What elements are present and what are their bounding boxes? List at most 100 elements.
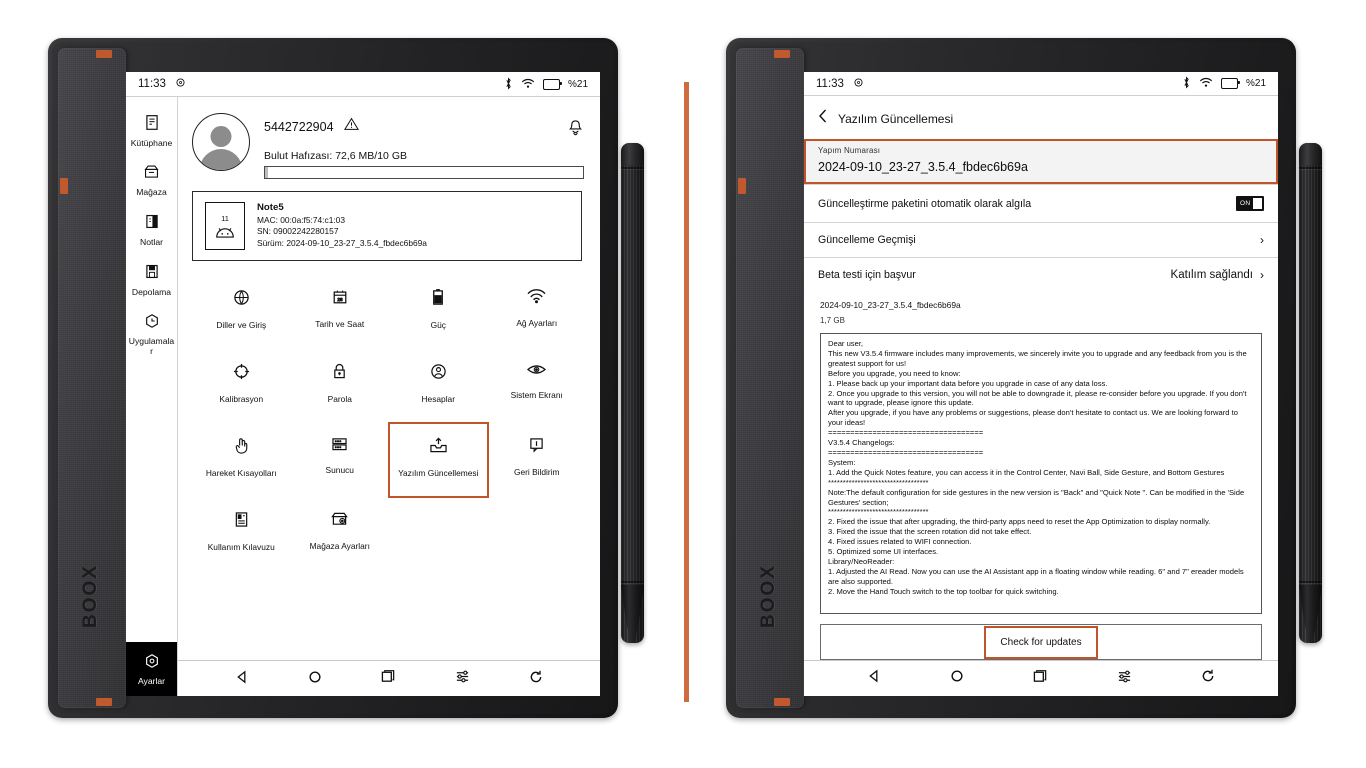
accent-tab-top	[96, 50, 112, 58]
sidebar-item-notes[interactable]: Notlar	[126, 204, 177, 254]
sidebar-item-library[interactable]: Kütüphane	[126, 105, 177, 155]
back-chevron-icon[interactable]	[818, 109, 828, 128]
user-avatar-icon[interactable]	[192, 113, 250, 171]
svg-text:28: 28	[337, 297, 343, 302]
cloud-storage-label: Bulut Hafızası: 72,6 MB/10 GB	[264, 150, 407, 162]
right-screen: 11:33 %21 Yazılım Güncellemesi Yapım Num…	[804, 72, 1278, 696]
accent-tab-side	[60, 178, 68, 194]
settings-tile-network[interactable]: Ağ Ayarları	[488, 275, 587, 349]
settings-tile-label: Parola	[327, 394, 352, 404]
sidebar-item-storage[interactable]: Depolama	[126, 254, 177, 304]
gear-icon	[175, 77, 186, 91]
left-sidebar: Kütüphane Mağaza Notlar Depolama Uygulam…	[126, 97, 178, 696]
refresh-icon[interactable]	[1201, 669, 1215, 688]
settings-tile-password[interactable]: Parola	[291, 349, 390, 423]
settings-tile-label: Ağ Ayarları	[516, 318, 558, 328]
left-device: BOOX 11:33 %21 Kütüphane Mağaza Notlar D…	[48, 38, 644, 718]
warning-triangle-icon[interactable]	[343, 117, 359, 136]
sidebar-item-apps[interactable]: Uygulamalar	[126, 304, 177, 363]
home-circle-icon[interactable]	[950, 669, 964, 688]
settings-tile-datetime[interactable]: 28 Tarih ve Saat	[291, 275, 390, 349]
right-device-bezel: BOOX	[736, 48, 804, 708]
changelog-text: Dear user, This new V3.5.4 firmware incl…	[828, 339, 1247, 596]
gear-icon	[853, 77, 864, 91]
row-label: Güncelleştirme paketini otomatik olarak …	[818, 197, 1032, 210]
status-time: 11:33	[138, 78, 166, 90]
settings-tile-languages[interactable]: Diller ve Giriş	[192, 275, 291, 349]
back-triangle-icon[interactable]	[235, 670, 249, 689]
globe-icon	[233, 289, 250, 311]
settings-tile-store-settings[interactable]: Mağaza Ayarları	[291, 497, 390, 571]
recents-square-icon[interactable]	[381, 669, 396, 689]
android-device-icon: 11	[205, 202, 245, 250]
settings-tile-label: Mağaza Ayarları	[309, 541, 370, 551]
sidebar-item-settings[interactable]: Ayarlar	[126, 642, 177, 696]
accent-tab-bottom	[774, 698, 790, 706]
settings-tile-label: Kullanım Kılavuzu	[207, 542, 275, 552]
settings-tile-manual[interactable]: Kullanım Kılavuzu	[192, 497, 291, 571]
eye-icon	[527, 363, 547, 381]
settings-grid: Diller ve Giriş 28 Tarih ve Saat Güç Ağ …	[192, 275, 586, 571]
row-beta-test[interactable]: Beta testi için başvur Katılım sağlandı …	[804, 257, 1278, 292]
settings-tile-gestures[interactable]: Hareket Kısayolları	[192, 423, 291, 497]
settings-tile-power[interactable]: Güç	[389, 275, 488, 349]
settings-tile-calibration[interactable]: Kalibrasyon	[192, 349, 291, 423]
chevron-right-icon: ›	[1260, 233, 1264, 248]
status-time: 11:33	[816, 77, 844, 90]
device-icon-number: 11	[221, 213, 229, 223]
left-navbar	[178, 660, 600, 696]
notes-icon	[144, 213, 160, 235]
bell-icon[interactable]	[567, 119, 584, 143]
device-info-card: 11 Note5 MAC: 00:0a:f5:74:c1:03 SN: 0900…	[192, 191, 582, 261]
right-navbar	[804, 660, 1278, 696]
sidebar-item-label: Mağaza	[136, 187, 167, 197]
sliders-icon[interactable]	[1117, 669, 1132, 689]
chevron-right-icon: ›	[1260, 268, 1264, 283]
row-update-history[interactable]: Güncelleme Geçmişi ›	[804, 222, 1278, 257]
refresh-icon[interactable]	[529, 670, 543, 689]
settings-tile-label: Sistem Ekranı	[510, 390, 563, 400]
sidebar-item-store[interactable]: Mağaza	[126, 155, 177, 204]
settings-tile-label: Hareket Kısayolları	[205, 468, 277, 478]
settings-tile-label: Hesaplar	[421, 394, 456, 404]
accent-tab-side	[738, 178, 746, 194]
left-screen: 11:33 %21 Kütüphane Mağaza Notlar Depola…	[126, 72, 600, 696]
package-size: 1,7 GB	[820, 316, 845, 326]
back-triangle-icon[interactable]	[867, 669, 881, 688]
settings-tile-display[interactable]: Sistem Ekranı	[488, 349, 587, 423]
settings-tile-empty-1	[389, 497, 488, 571]
row-label: Güncelleme Geçmişi	[818, 234, 916, 247]
lock-icon	[332, 363, 347, 385]
settings-tile-label: Yazılım Güncellemesi	[398, 468, 479, 478]
device-sn: SN: 09002242280157	[257, 226, 339, 237]
settings-tile-accounts[interactable]: Hesaplar	[389, 349, 488, 423]
auto-detect-toggle[interactable]: ON	[1236, 196, 1264, 212]
row-auto-detect[interactable]: Güncelleştirme paketini otomatik olarak …	[804, 184, 1278, 222]
changelog-box[interactable]: Dear user, This new V3.5.4 firmware incl…	[820, 333, 1262, 614]
check-for-updates-button[interactable]: Check for updates	[984, 625, 1098, 659]
page-header: Yazılım Güncellemesi	[804, 96, 1278, 139]
build-number-value: 2024-09-10_23-27_3.5.4_fbdec6b69a	[818, 160, 1028, 175]
software-update-icon	[429, 437, 448, 459]
vertical-divider	[684, 82, 689, 702]
settings-tile-label: Güç	[430, 320, 446, 330]
apps-icon	[144, 313, 160, 334]
sidebar-item-label: Depolama	[131, 287, 172, 297]
sliders-icon[interactable]	[455, 669, 470, 689]
sidebar-item-label: Notlar	[140, 237, 163, 247]
settings-tile-label: Diller ve Giriş	[216, 320, 267, 330]
profile-section: 5442722904 Bulut Hafızası: 72,6 MB/10 GB	[178, 97, 600, 185]
sidebar-item-label: Ayarlar	[137, 676, 166, 686]
check-updates-row: Check for updates	[820, 623, 1262, 661]
recents-square-icon[interactable]	[1033, 669, 1048, 689]
battery-level: %21	[567, 78, 588, 90]
settings-tile-software-update[interactable]: Yazılım Güncellemesi	[388, 422, 489, 498]
home-circle-icon[interactable]	[308, 670, 322, 689]
account-name: 5442722904	[264, 119, 334, 134]
settings-tile-feedback[interactable]: Geri Bildirim	[488, 423, 587, 497]
store-settings-icon	[330, 511, 349, 532]
row-label: Beta testi için başvur	[818, 269, 916, 282]
settings-tile-server[interactable]: Sunucu	[291, 423, 390, 497]
build-number-box[interactable]: Yapım Numarası 2024-09-10_23-27_3.5.4_fb…	[804, 139, 1278, 185]
left-content: 5442722904 Bulut Hafızası: 72,6 MB/10 GB	[178, 97, 600, 696]
